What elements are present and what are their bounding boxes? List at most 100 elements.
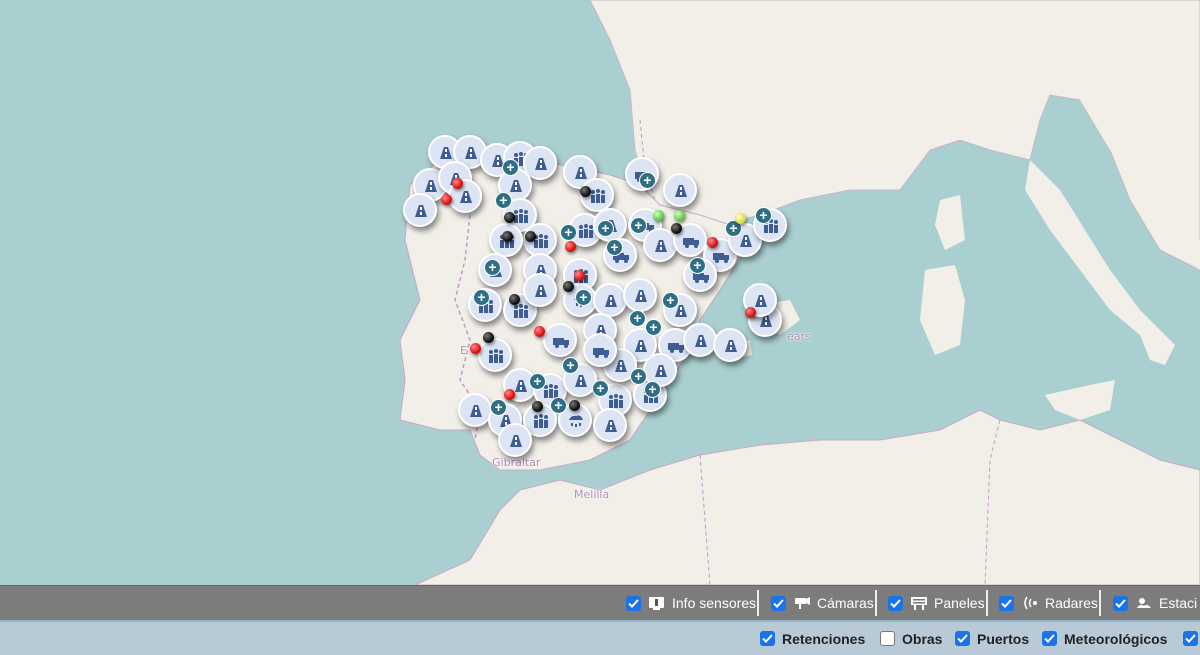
incident-pin-black[interactable] [525,231,536,242]
cluster-plus-icon[interactable]: + [490,399,507,416]
incident-pin-black[interactable] [504,212,515,223]
incident-pin-red[interactable] [470,343,481,354]
layer-info-sensores-checkbox[interactable] [626,595,641,611]
label-balears: ears [787,330,811,343]
cluster-plus-icon[interactable]: + [644,381,661,398]
cluster-plus-icon[interactable]: + [484,259,501,276]
incident-pin-red[interactable] [574,270,585,281]
filter-next-checkbox[interactable] [1183,631,1198,646]
layer-estaciones-label: Estaci [1159,595,1198,611]
filter-toolbar: Retenciones Obras Puertos Meteorológicos [0,620,1200,655]
incident-pin-green[interactable] [653,210,664,221]
incident-pin-black[interactable] [509,294,520,305]
filter-obras-label: Obras [902,630,943,647]
layer-info-sensores[interactable]: Info sensores [626,586,760,620]
incident-pin-red[interactable] [452,178,463,189]
filter-meteorologicos[interactable]: Meteorológicos [1042,622,1167,655]
layer-estaciones-checkbox[interactable] [1113,595,1128,611]
layer-camaras-checkbox[interactable] [771,595,786,611]
traffic-map[interactable]: Gibraltar Melilla ears E + + + + + + + + + + + + + + +… [0,0,1200,585]
map-marker[interactable] [643,228,677,262]
cluster-plus-icon[interactable]: + [502,159,519,176]
cluster-plus-icon[interactable]: + [550,397,567,414]
cluster-plus-icon[interactable]: + [592,380,609,397]
incident-pin-black[interactable] [580,186,591,197]
filter-obras-checkbox[interactable] [880,631,895,646]
incident-pin-red[interactable] [707,237,718,248]
map-marker[interactable] [498,423,532,457]
incident-pin-black[interactable] [563,281,574,292]
layer-camaras[interactable]: Cámaras [771,586,877,620]
filter-retenciones[interactable]: Retenciones [760,622,865,655]
incident-pin-green[interactable] [674,210,685,221]
layer-radares-checkbox[interactable] [999,595,1014,611]
map-marker[interactable] [458,393,492,427]
cluster-plus-icon[interactable]: + [473,289,490,306]
cluster-plus-icon[interactable]: + [575,289,592,306]
incident-pin-black[interactable] [483,332,494,343]
map-marker[interactable] [663,173,697,207]
filter-next-partial[interactable] [1183,622,1200,655]
cluster-plus-icon[interactable]: + [606,239,623,256]
map-marker[interactable] [478,338,512,372]
label-melilla: Melilla [574,488,610,501]
layer-separator [757,590,760,616]
map-marker[interactable] [523,273,557,307]
filter-obras[interactable]: Obras [880,622,942,655]
filter-puertos[interactable]: Puertos [955,622,1029,655]
radar-icon [1021,595,1039,611]
map-marker[interactable] [683,323,717,357]
layer-radares-label: Radares [1045,595,1098,611]
layer-info-sensores-label: Info sensores [672,595,757,611]
camera-icon [793,595,811,611]
map-marker[interactable] [623,278,657,312]
layer-separator [985,590,988,616]
incident-pin-red[interactable] [534,326,545,337]
filter-puertos-checkbox[interactable] [955,631,970,646]
incident-pin-yellow[interactable] [735,213,746,224]
layer-paneles-checkbox[interactable] [888,595,903,611]
cluster-plus-icon[interactable]: + [495,192,512,209]
incident-pin-black[interactable] [502,231,513,242]
cluster-plus-icon[interactable]: + [689,257,706,274]
incident-pin-black[interactable] [569,400,580,411]
layer-separator [874,590,877,616]
incident-pin-red[interactable] [745,307,756,318]
map-marker[interactable] [583,333,617,367]
panel-icon [910,595,928,611]
cluster-plus-icon[interactable]: + [562,357,579,374]
layer-paneles[interactable]: Paneles [888,586,988,620]
cluster-plus-icon[interactable]: + [645,319,662,336]
incident-pin-black[interactable] [532,401,543,412]
map-marker[interactable] [593,408,627,442]
cluster-plus-icon[interactable]: + [662,292,679,309]
filter-meteorologicos-checkbox[interactable] [1042,631,1057,646]
filter-retenciones-checkbox[interactable] [760,631,775,646]
map-marker[interactable] [593,283,627,317]
map-marker[interactable] [713,328,747,362]
layer-radares[interactable]: Radares [999,586,1101,620]
cluster-plus-icon[interactable]: + [529,373,546,390]
incident-pin-red[interactable] [441,194,452,205]
layer-camaras-label: Cámaras [817,595,874,611]
cluster-plus-icon[interactable]: + [629,310,646,327]
layer-paneles-label: Paneles [934,595,985,611]
incident-pin-red[interactable] [504,389,515,400]
layer-toolbar: Info sensores Cámaras Paneles Radares Es… [0,585,1200,620]
cluster-plus-icon[interactable]: + [597,220,614,237]
cluster-plus-icon[interactable]: + [755,207,772,224]
cluster-plus-icon[interactable]: + [630,217,647,234]
layer-separator [1098,590,1101,616]
filter-meteorologicos-label: Meteorológicos [1064,630,1168,647]
map-marker[interactable] [403,193,437,227]
incident-pin-black[interactable] [671,223,682,234]
layer-estaciones[interactable]: Estaci [1113,586,1197,620]
incident-pin-red[interactable] [565,241,576,252]
label-region-fragment: E [460,344,467,357]
map-marker[interactable] [543,323,577,357]
cluster-plus-icon[interactable]: + [560,224,577,241]
cluster-plus-icon[interactable]: + [630,368,647,385]
info-sensor-icon [648,595,666,611]
cluster-plus-icon[interactable]: + [639,172,656,189]
filter-puertos-label: Puertos [977,630,1030,647]
